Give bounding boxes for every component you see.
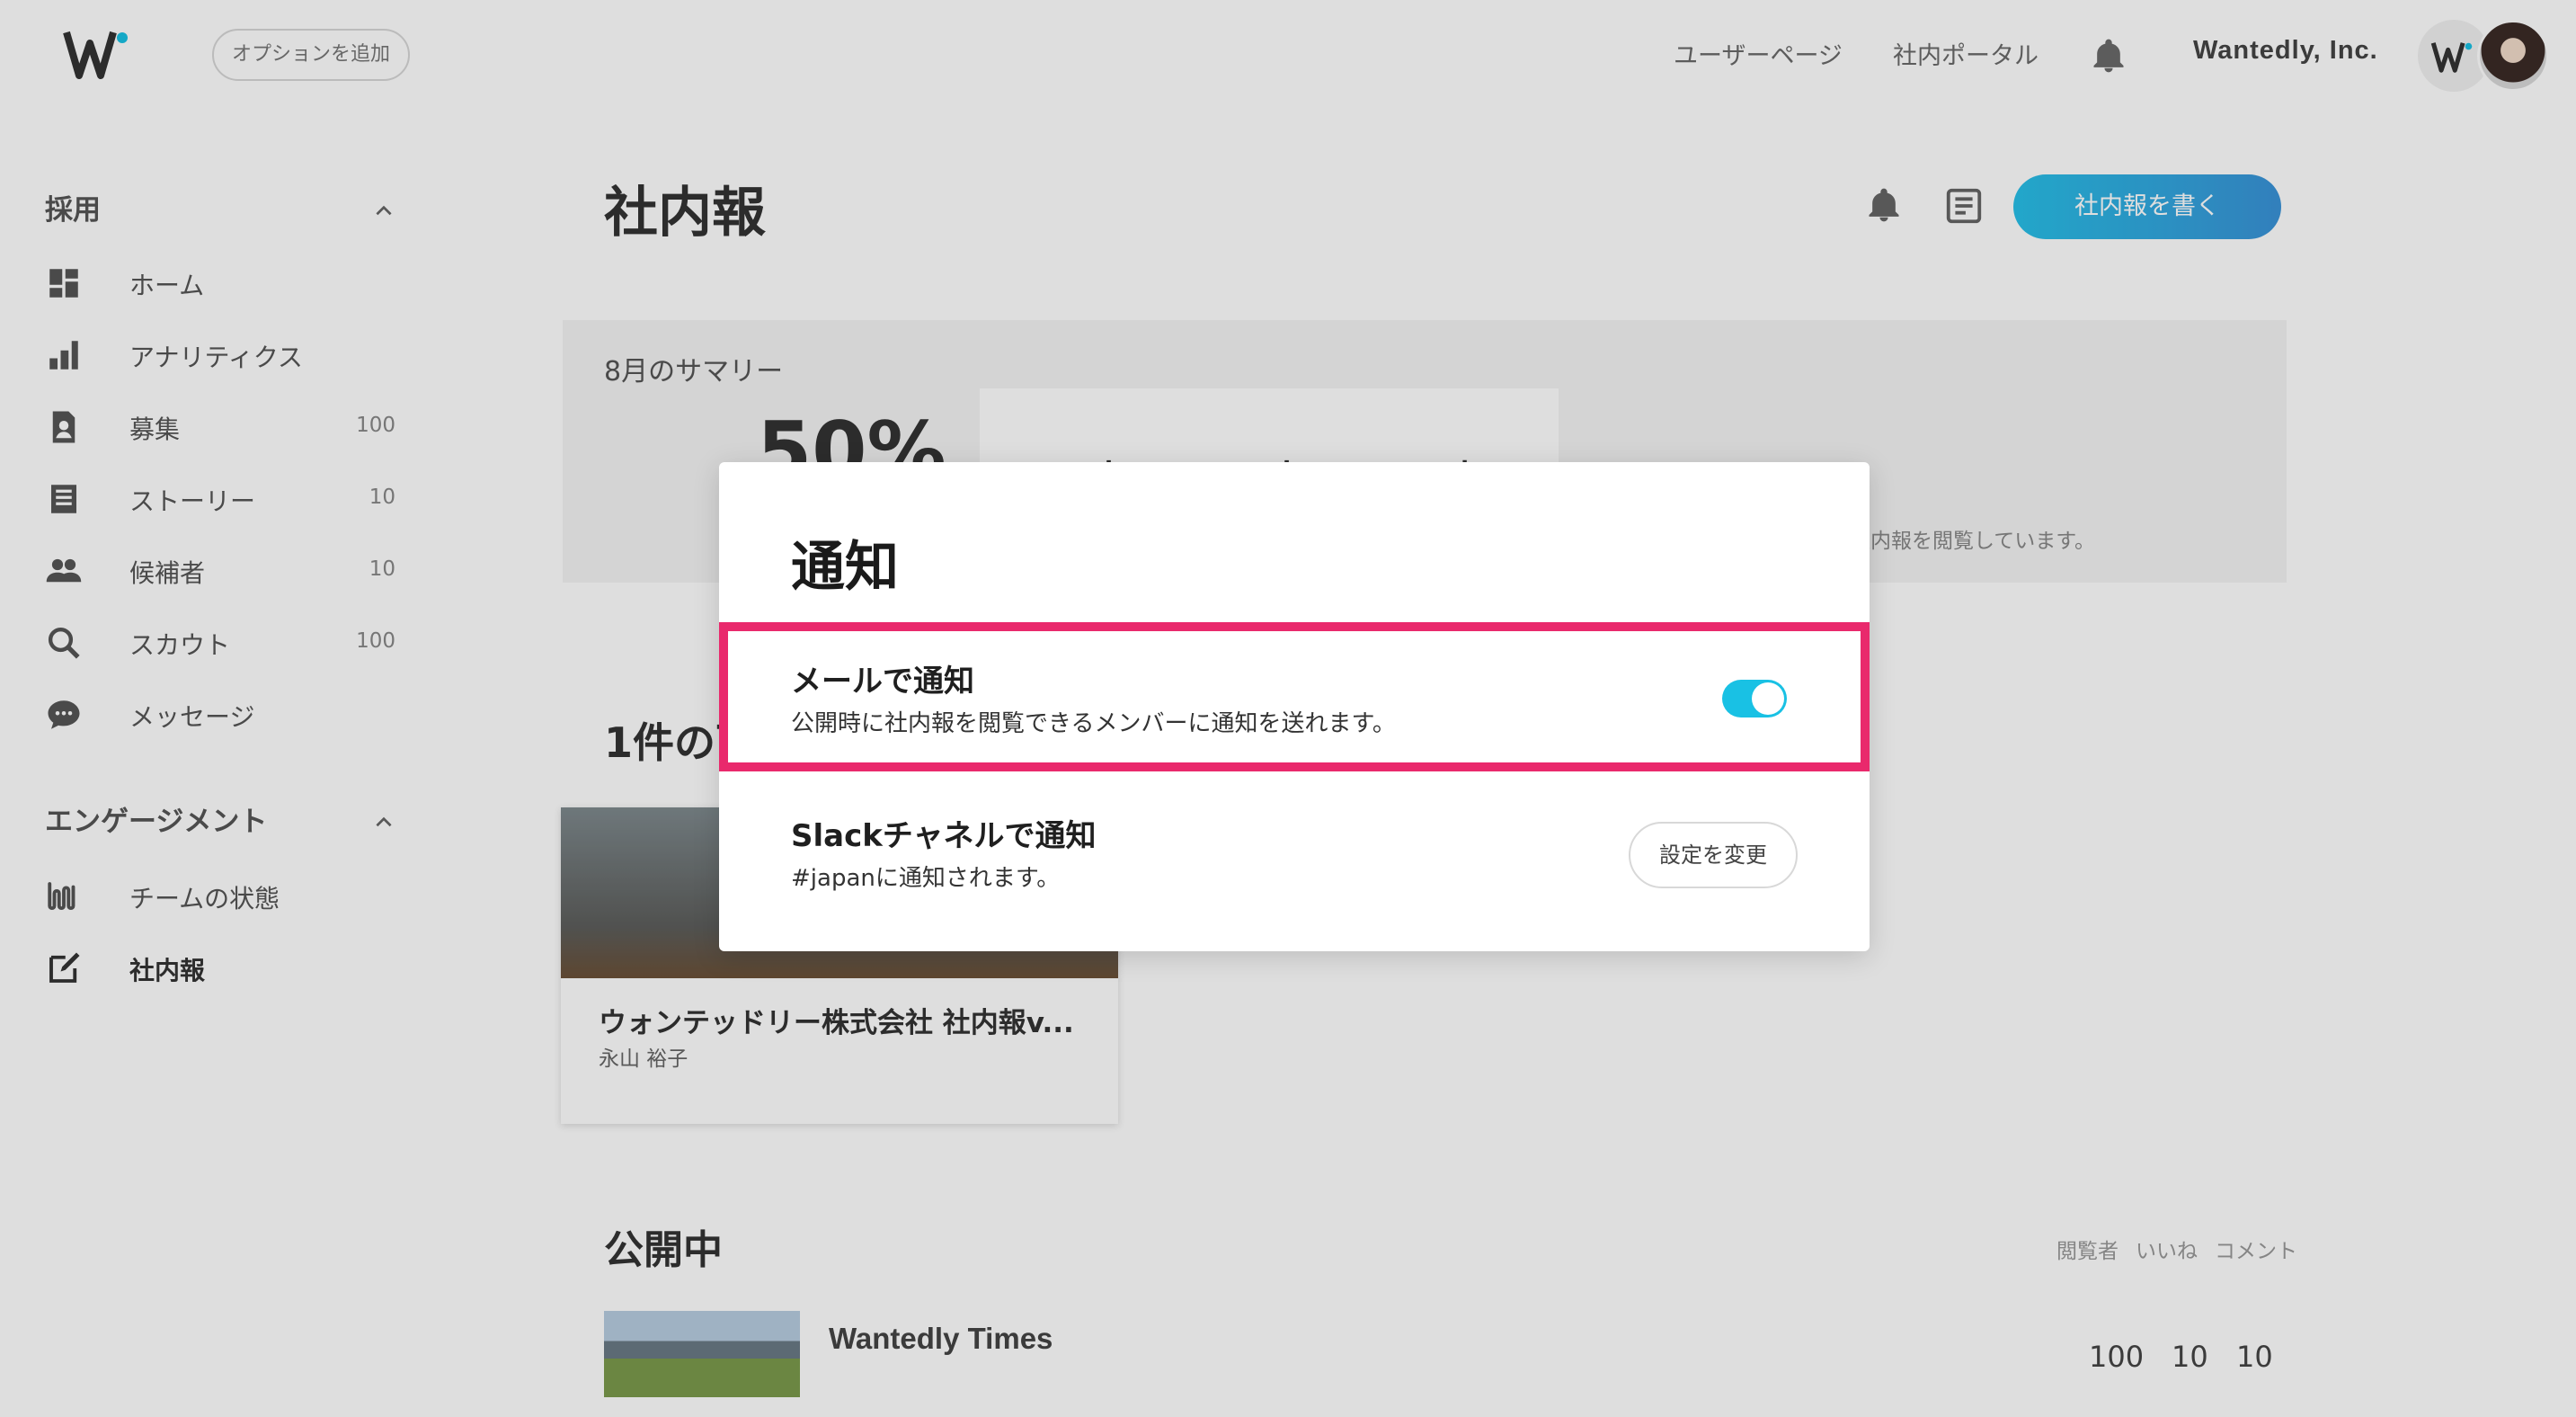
email-notification-title: メールで通知 [791,664,974,700]
email-notification-toggle[interactable] [1722,680,1787,717]
email-notification-row: メールで通知 公開時に社内報を閲覧できるメンバーに通知を送れます。 [719,622,1870,771]
slack-notification-description: #japanに通知されます。 [791,865,1061,892]
slack-notification-row: Slackチャネルで通知 #japanに通知されます。 設定を変更 [719,771,1870,937]
email-notification-description: 公開時に社内報を閲覧できるメンバーに通知を送れます。 [791,710,1396,737]
change-settings-button[interactable]: 設定を変更 [1629,822,1798,888]
slack-notification-title: Slackチャネルで通知 [791,818,1097,854]
notification-modal: 通知 メールで通知 公開時に社内報を閲覧できるメンバーに通知を送れます。 Sla… [719,462,1870,951]
app-root: オプションを追加 ユーザーページ 社内ポータル Wantedly, Inc. 採… [0,0,2576,1417]
toggle-knob [1752,682,1784,715]
modal-title: 通知 [791,536,899,599]
